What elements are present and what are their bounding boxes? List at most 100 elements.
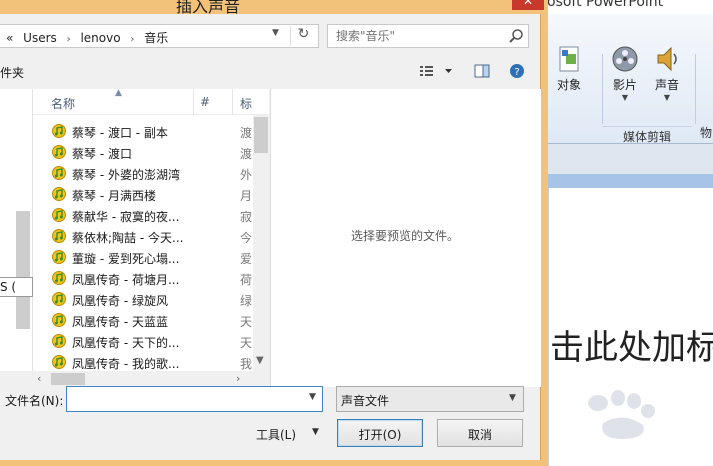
file-name: 凤凰传奇 - 天下的... <box>72 336 180 350</box>
music-file-icon <box>52 292 66 306</box>
preview-empty-text: 选择要预览的文件。 <box>351 229 460 243</box>
refresh-button[interactable]: ↻ <box>290 26 316 46</box>
breadcrumb: « Users › lenovo › 音乐 <box>6 29 168 46</box>
cancel-button[interactable]: 取消 <box>437 419 523 447</box>
vertical-scrollbar-thumb[interactable] <box>254 117 268 153</box>
file-row[interactable]: 蔡琴 - 渡口 - 副本 渡 <box>33 121 253 142</box>
filename-combobox[interactable]: ▼ <box>66 386 323 412</box>
ribbon-film-label: 影片 <box>612 78 637 92</box>
music-file-icon <box>52 271 66 285</box>
new-folder-button[interactable]: 件夹 <box>0 64 24 81</box>
ppt-band <box>540 174 713 188</box>
file-row[interactable]: 董璇 - 爱到死心塌... 爱 <box>33 247 253 268</box>
powerpoint-window: osoft PowerPoint 对象 影片 ▼ 声音 ▼ 媒体剪辑 物 击此处… <box>540 0 713 466</box>
ppt-title-bar: osoft PowerPoint <box>540 0 713 14</box>
file-name: 蔡琴 - 月满西楼 <box>72 189 156 203</box>
breadcrumb-item-music[interactable]: 音乐 <box>144 31 168 45</box>
ribbon-sound-button[interactable]: 声音 ▼ <box>652 44 682 103</box>
music-file-icon <box>52 166 66 180</box>
file-row[interactable]: 蔡献华 - 寂寞的夜... 寂 <box>33 205 253 226</box>
file-title: 今 <box>240 231 253 245</box>
file-title: 天 <box>240 336 253 350</box>
preview-pane-button[interactable] <box>473 62 491 80</box>
help-button[interactable]: ? <box>508 62 526 80</box>
file-title: 天 <box>240 315 253 329</box>
vertical-scrollbar[interactable]: ▼ <box>253 115 269 371</box>
file-type-select[interactable]: 声音文件 ▼ <box>336 386 524 412</box>
music-file-icon <box>52 145 66 159</box>
scroll-left-icon[interactable]: ‹ <box>37 372 41 385</box>
file-row[interactable]: 蔡琴 - 月满西楼 月 <box>33 184 253 205</box>
chevron-down-icon: ▼ <box>509 393 516 403</box>
file-title: 渡 <box>240 126 253 140</box>
nav-scrollbar-thumb[interactable] <box>16 211 30 329</box>
music-file-icon <box>52 124 66 138</box>
column-divider[interactable] <box>232 89 233 115</box>
file-name: 凤凰传奇 - 我的歌... <box>72 357 180 371</box>
speaker-icon <box>657 46 677 72</box>
file-row[interactable]: 蔡依林;陶喆 - 今天... 今 <box>33 226 253 247</box>
ribbon-film-button[interactable]: 影片 ▼ <box>610 44 640 103</box>
toolbar: 件夹 ? <box>0 58 541 84</box>
chevron-down-icon: ▼ <box>621 93 629 102</box>
search-box[interactable] <box>327 24 529 48</box>
file-title: 渡 <box>240 147 253 161</box>
ribbon-separator <box>602 54 603 124</box>
file-name: 蔡献华 - 寂寞的夜... <box>72 210 180 224</box>
file-row[interactable]: 凤凰传奇 - 我的歌... 我 <box>33 352 253 371</box>
ribbon-object-button[interactable]: 对象 <box>554 44 584 93</box>
search-icon[interactable] <box>508 28 524 44</box>
slide-title-placeholder[interactable]: 击此处加标 <box>550 320 713 369</box>
help-icon: ? <box>510 64 524 78</box>
chevron-down-icon[interactable]: ▼ <box>309 392 316 402</box>
column-header-title[interactable]: 标 <box>240 95 252 112</box>
ribbon-group-label-partial: 物 <box>700 126 713 140</box>
breadcrumb-separator-icon[interactable]: › <box>67 34 71 45</box>
scroll-right-icon[interactable]: › <box>236 372 240 385</box>
file-name: 董璇 - 爱到死心塌... <box>72 252 180 266</box>
file-list[interactable]: ▲ 名称 # 标 蔡琴 - 渡口 - 副本渡蔡琴 - 渡口 渡蔡琴 - 外婆的澎湖… <box>33 89 269 371</box>
horizontal-scrollbar-thumb[interactable] <box>51 373 85 385</box>
change-view-button[interactable] <box>418 62 458 80</box>
column-divider[interactable] <box>193 89 194 115</box>
file-name: 蔡琴 - 外婆的澎湖湾 <box>72 168 180 182</box>
breadcrumb-item-users[interactable]: Users <box>23 31 57 45</box>
file-row[interactable]: 凤凰传奇 - 绿旋风 绿 <box>33 289 253 310</box>
column-header-number[interactable]: # <box>200 95 210 109</box>
column-header-name[interactable]: 名称 <box>51 95 75 112</box>
search-input[interactable] <box>336 29 506 43</box>
chevron-down-icon[interactable]: ▼ <box>272 28 279 38</box>
file-type-value: 声音文件 <box>341 394 390 408</box>
breadcrumb-overflow[interactable]: « <box>6 31 13 45</box>
file-name: 凤凰传奇 - 天蓝蓝 <box>72 315 168 329</box>
file-title: 绿 <box>240 294 253 308</box>
chevron-down-icon: ▼ <box>663 93 671 102</box>
close-button[interactable]: ✕ <box>512 0 544 10</box>
address-bar[interactable]: « Users › lenovo › 音乐 ▼ ↻ <box>0 24 319 48</box>
file-title: 爱 <box>240 252 253 266</box>
nav-item-drive[interactable]: S ( <box>0 277 33 297</box>
sort-ascending-icon: ▲ <box>115 89 122 98</box>
music-file-icon <box>52 187 66 201</box>
breadcrumb-item-lenovo[interactable]: lenovo <box>80 31 120 45</box>
music-file-icon <box>52 229 66 243</box>
file-row[interactable]: 凤凰传奇 - 荷塘月... 荷 <box>33 268 253 289</box>
navigation-pane[interactable]: S ( <box>0 89 33 371</box>
file-row[interactable]: 蔡琴 - 渡口 渡 <box>33 142 253 163</box>
file-row[interactable]: 凤凰传奇 - 天蓝蓝 天 <box>33 310 253 331</box>
dialog-title-bar[interactable]: 插入声音 ✕ <box>0 0 548 16</box>
filename-input[interactable] <box>71 391 296 405</box>
breadcrumb-separator-icon[interactable]: › <box>130 34 134 45</box>
ribbon-object-label: 对象 <box>556 78 581 92</box>
file-name: 蔡琴 - 渡口 <box>72 147 132 161</box>
music-file-icon <box>52 355 66 369</box>
scroll-down-icon[interactable]: ▼ <box>256 355 264 366</box>
file-title: 我 <box>240 357 253 371</box>
horizontal-scrollbar[interactable]: ‹ › <box>33 371 253 387</box>
tools-button[interactable]: 工具(L) ▼ <box>256 423 328 445</box>
ppt-ribbon: 对象 影片 ▼ 声音 ▼ 媒体剪辑 物 <box>540 14 713 144</box>
object-icon <box>559 46 579 72</box>
file-row[interactable]: 蔡琴 - 外婆的澎湖湾 外 <box>33 163 253 184</box>
file-row[interactable]: 凤凰传奇 - 天下的... 天 <box>33 331 253 352</box>
open-button[interactable]: 打开(O) <box>337 419 423 447</box>
